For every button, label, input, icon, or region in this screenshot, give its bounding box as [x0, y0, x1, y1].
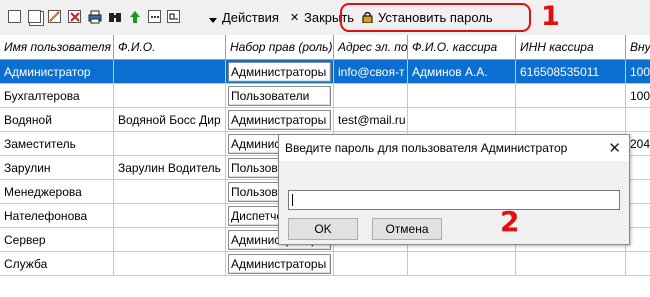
edit-icon[interactable] — [48, 10, 61, 23]
close-icon[interactable]: ✕ — [608, 139, 621, 157]
cell-cashier-name[interactable]: Админов А.А. — [408, 60, 516, 84]
cell-cashier-inn[interactable]: 616508535011 — [516, 60, 626, 84]
cell-role[interactable]: Администраторы — [226, 60, 334, 84]
column-header-email[interactable]: Адрес эл. почты — [334, 35, 408, 59]
print-icon[interactable] — [88, 10, 102, 24]
role-select[interactable]: Администраторы — [228, 110, 331, 130]
cancel-button[interactable]: Отмена — [372, 218, 442, 240]
new-icon[interactable] — [8, 10, 21, 23]
cell-fullname[interactable] — [114, 204, 226, 228]
dialog-title: Введите пароль для пользователя Админист… — [285, 141, 568, 155]
cell-role[interactable]: Администраторы — [226, 252, 334, 276]
cell-username[interactable]: Водяной — [0, 108, 114, 132]
cell-username[interactable]: Нателефонова — [0, 204, 114, 228]
cell-cashier-inn[interactable] — [516, 84, 626, 108]
binoculars-icon[interactable] — [108, 10, 121, 23]
cell-fullname[interactable]: Водяной Босс Дир — [114, 108, 226, 132]
close-x-icon: ✕ — [290, 12, 300, 24]
cell-fullname[interactable] — [114, 132, 226, 156]
actions-menu[interactable]: Действия — [222, 10, 279, 25]
cell-cashier-inn[interactable] — [516, 108, 626, 132]
cell-email[interactable]: test@mail.ru — [334, 108, 408, 132]
cell-internal[interactable]: 100 — [626, 60, 650, 84]
dropdown-arrow-icon[interactable] — [209, 13, 217, 23]
table-row[interactable]: Бухгалтерова Пользователи 100 — [0, 84, 650, 108]
ok-button[interactable]: OK — [288, 218, 358, 240]
cell-fullname[interactable] — [114, 60, 226, 84]
role-select[interactable]: Администраторы — [228, 254, 331, 274]
password-dialog: Введите пароль для пользователя Админист… — [278, 134, 630, 245]
cell-internal[interactable] — [626, 108, 650, 132]
dots-icon[interactable] — [148, 10, 161, 23]
cell-email[interactable]: info@своя-т — [334, 60, 408, 84]
cell-cashier-name[interactable] — [408, 84, 516, 108]
cell-cashier-name[interactable] — [408, 108, 516, 132]
cell-username[interactable]: Служба — [0, 252, 114, 276]
cell-username[interactable]: Администратор — [0, 60, 114, 84]
table-row[interactable]: Служба Администраторы — [0, 252, 650, 276]
up-arrow-icon[interactable] — [128, 10, 141, 23]
role-select[interactable]: Пользователи — [228, 86, 331, 106]
column-header-internal[interactable]: Внутр — [626, 35, 650, 59]
table-row[interactable]: Водяной Водяной Босс Дир Администраторы tes… — [0, 108, 650, 132]
password-input[interactable] — [288, 190, 620, 210]
cell-cashier-inn[interactable] — [516, 252, 626, 276]
cell-username[interactable]: Заместитель — [0, 132, 114, 156]
cell-username[interactable]: Сервер — [0, 228, 114, 252]
cell-email[interactable] — [334, 84, 408, 108]
dialog-title-bar: Введите пароль для пользователя Админист… — [279, 135, 629, 161]
cell-username[interactable]: Менеджерова — [0, 180, 114, 204]
column-header-cashier-inn[interactable]: ИНН кассира — [516, 35, 626, 59]
cell-fullname[interactable] — [114, 252, 226, 276]
cell-fullname[interactable] — [114, 84, 226, 108]
role-select[interactable]: Администраторы — [228, 62, 331, 82]
cell-internal[interactable]: 100 — [626, 84, 650, 108]
cell-role[interactable]: Пользователи — [226, 84, 334, 108]
window-icon[interactable] — [167, 10, 180, 23]
table-header: Имя пользователя Ф.И.О. Набор прав (роль… — [0, 35, 650, 60]
cell-internal[interactable] — [626, 252, 650, 276]
cell-cashier-name[interactable] — [408, 252, 516, 276]
delete-icon[interactable] — [68, 10, 81, 23]
table-row[interactable]: Администратор Администраторы info@своя-т Ад… — [0, 60, 650, 84]
annotation-marker-2: 2 — [500, 205, 520, 238]
cell-email[interactable] — [334, 252, 408, 276]
cell-fullname[interactable] — [114, 180, 226, 204]
cell-role[interactable]: Администраторы — [226, 108, 334, 132]
annotation-highlight-box — [340, 3, 531, 32]
copy-icon[interactable] — [28, 10, 41, 23]
column-header-cashier-name[interactable]: Ф.И.О. кассира — [408, 35, 516, 59]
column-header-username[interactable]: Имя пользователя — [0, 35, 114, 59]
text-caret — [292, 194, 293, 206]
cell-username[interactable]: Бухгалтерова — [0, 84, 114, 108]
annotation-marker-1: 1 — [541, 1, 560, 32]
cell-fullname[interactable] — [114, 228, 226, 252]
cell-username[interactable]: Зарулин — [0, 156, 114, 180]
cell-fullname[interactable]: Зарулин Водитель — [114, 156, 226, 180]
column-header-role[interactable]: Набор прав (роль) — [226, 35, 334, 59]
column-header-fullname[interactable]: Ф.И.О. — [114, 35, 226, 59]
